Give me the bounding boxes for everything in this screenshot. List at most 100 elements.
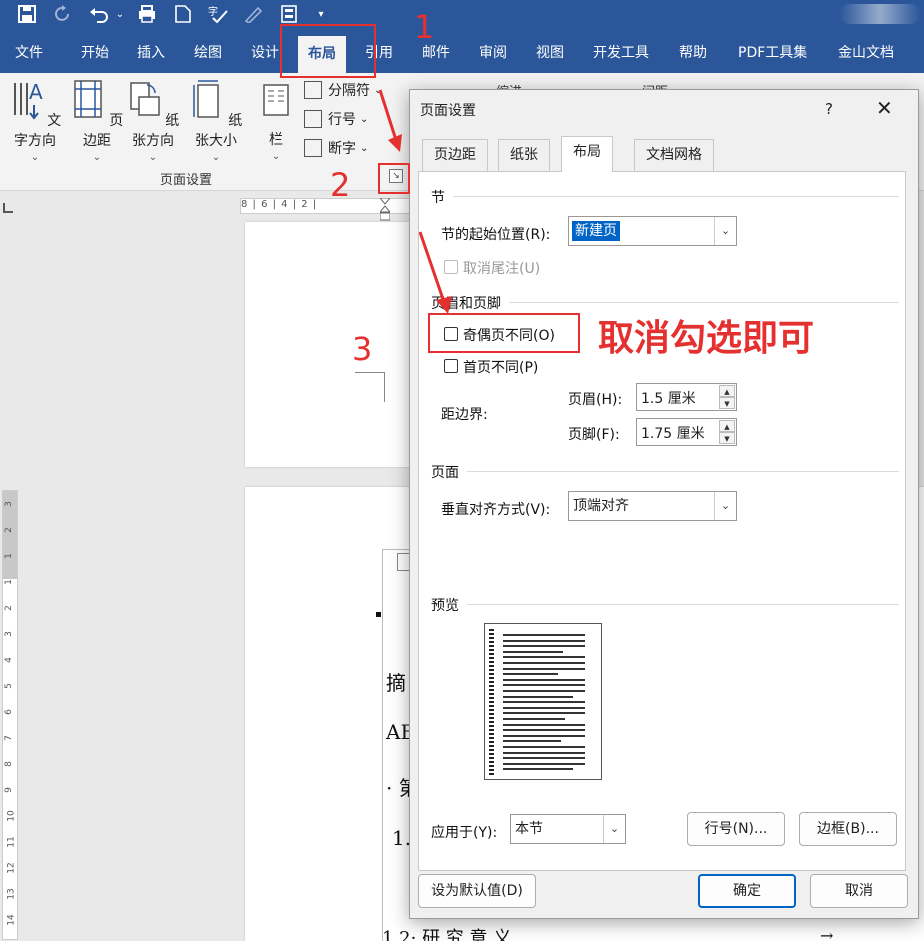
columns-button[interactable]: 栏 ⌄	[250, 79, 302, 162]
tab-stop-selector[interactable]	[3, 203, 13, 213]
hyphenation-button[interactable]: 断字 ⌄	[304, 136, 368, 160]
paper-size-button[interactable]: 纸张大小 ⌄	[185, 79, 247, 163]
preview-line	[503, 645, 585, 648]
first-page-checkbox[interactable]	[444, 359, 458, 373]
preview-line	[503, 695, 573, 698]
header-distance-input[interactable]: 1.5 厘米 ▲ ▼	[636, 383, 737, 411]
preview-line	[503, 701, 585, 704]
footer-distance-input[interactable]: 1.75 厘米 ▲ ▼	[636, 418, 737, 446]
doc-arrow: →	[820, 926, 834, 941]
spin-down-icon[interactable]: ▼	[719, 397, 735, 409]
breaks-button[interactable]: 分隔符 ⌄	[304, 78, 382, 102]
header-distance-label: 页眉(H):	[568, 392, 623, 408]
page-setup-dialog: 页面设置 ? ✕ 页边距 纸张 布局 文档网格 节 节的起始位置(R): 新建页…	[409, 89, 919, 919]
redo-icon[interactable]	[50, 2, 76, 26]
crop-mark	[355, 372, 385, 402]
ruler-tick: 14	[6, 914, 17, 926]
ruler-tick: 1	[3, 579, 14, 585]
vertical-align-select[interactable]: 顶端对齐 ⌄	[568, 491, 737, 521]
preview-line	[503, 656, 585, 659]
preview-line	[503, 740, 561, 743]
save-icon[interactable]	[14, 2, 40, 26]
suppress-endnotes-checkbox[interactable]	[444, 260, 458, 274]
section-heading: 预览	[431, 598, 459, 614]
print-icon[interactable]	[134, 2, 160, 26]
crop-mark	[355, 372, 385, 373]
spin-down-icon[interactable]: ▼	[719, 432, 735, 444]
ruler-tick: 8	[3, 761, 14, 767]
preview-line	[503, 729, 585, 732]
chevron-down-icon: ⌄	[603, 815, 625, 843]
section-heading: 页眉和页脚	[431, 296, 501, 312]
section-heading: 页面	[431, 465, 459, 481]
line-numbers-ribbon-button[interactable]: 行号 ⌄	[304, 107, 368, 131]
line-numbers-button[interactable]: 行号(N)...	[687, 812, 785, 846]
tab-pdf-tools[interactable]: PDF工具集	[738, 33, 807, 73]
preview-line	[503, 751, 585, 754]
tab-design[interactable]: 设计	[251, 33, 279, 73]
divider	[453, 196, 899, 197]
ruler-tick: 4	[3, 657, 14, 663]
paper-size-icon	[193, 80, 219, 118]
margins-button[interactable]: 页边距 ⌄	[66, 79, 128, 163]
tab-review[interactable]: 审阅	[479, 33, 507, 73]
preview-line	[503, 667, 585, 670]
preview-line	[503, 757, 585, 760]
help-icon[interactable]: ?	[825, 100, 833, 118]
tab-help[interactable]: 帮助	[679, 33, 707, 73]
title-bar: ⌄ 字 ▾ 文件 开始 插入 绘图 设计 布局 引用 邮件 审阅 视图 开发工具…	[0, 0, 924, 73]
preview-line	[503, 634, 585, 636]
tab-document-grid[interactable]: 文档网格	[634, 139, 714, 171]
indent-marker-icon[interactable]	[378, 197, 392, 222]
preview-line	[503, 712, 585, 715]
spin-up-icon[interactable]: ▲	[719, 420, 735, 432]
tab-margins[interactable]: 页边距	[422, 139, 488, 171]
line-numbers-ribbon-label: 行号	[328, 112, 356, 128]
annotation-number-2: 2	[330, 166, 351, 204]
tab-paper[interactable]: 纸张	[498, 139, 550, 171]
annotation-box-layout-tab	[280, 24, 376, 78]
set-default-button[interactable]: 设为默认值(D)	[418, 874, 536, 908]
tab-layout-dialog[interactable]: 布局	[561, 136, 613, 172]
tab-home[interactable]: 开始	[81, 33, 109, 73]
ruler-tick: 12	[6, 862, 17, 874]
vertical-ruler[interactable]: 3 2 1 1 2 3 4 5 6 7 8 9 10 11 12 13 14	[2, 490, 18, 940]
chevron-down-icon: ⌄	[360, 142, 369, 154]
hyphenation-icon	[304, 139, 322, 157]
section-start-select[interactable]: 新建页 ⌄	[568, 216, 737, 246]
document-page-1[interactable]	[245, 222, 415, 467]
chevron-down-icon: ⌄	[30, 152, 40, 163]
tab-developer[interactable]: 开发工具	[593, 33, 649, 73]
columns-icon	[263, 84, 289, 116]
new-doc-icon[interactable]	[170, 2, 196, 26]
ruler-tick: 3	[3, 501, 14, 507]
customize-toolbar-icon[interactable]: ▾	[314, 2, 328, 26]
spell-check-icon[interactable]: 字	[204, 2, 232, 26]
cancel-button[interactable]: 取消	[810, 874, 908, 908]
undo-dropdown-icon[interactable]: ⌄	[114, 2, 126, 26]
breaks-icon	[304, 81, 322, 99]
annotation-number-3: 3	[352, 330, 373, 368]
page-setup-group-label: 页面设置	[160, 173, 213, 188]
tab-insert[interactable]: 插入	[137, 33, 165, 73]
ruler-tick: 3	[3, 631, 14, 637]
touch-mode-icon[interactable]	[276, 2, 302, 26]
apply-to-value: 本节	[515, 821, 543, 837]
ruler-tick: 2	[3, 605, 14, 611]
ink-icon[interactable]	[240, 2, 268, 26]
spin-up-icon[interactable]: ▲	[719, 385, 735, 397]
ok-button[interactable]: 确定	[698, 874, 796, 908]
section-start-value: 新建页	[572, 221, 620, 241]
tab-kingsoft-docs[interactable]: 金山文档	[838, 33, 894, 73]
undo-icon[interactable]	[86, 2, 112, 26]
apply-to-select[interactable]: 本节 ⌄	[510, 814, 626, 844]
preview-line	[503, 734, 585, 737]
tab-file[interactable]: 文件	[15, 33, 43, 73]
text-direction-button[interactable]: A 文字方向 ⌄	[4, 79, 66, 163]
borders-button[interactable]: 边框(B)...	[799, 812, 897, 846]
tab-draw[interactable]: 绘图	[194, 33, 222, 73]
close-icon[interactable]: ✕	[876, 96, 893, 120]
orientation-button[interactable]: 纸张方向 ⌄	[122, 79, 184, 163]
tab-view[interactable]: 视图	[536, 33, 564, 73]
chevron-down-icon: ⌄	[148, 152, 158, 163]
